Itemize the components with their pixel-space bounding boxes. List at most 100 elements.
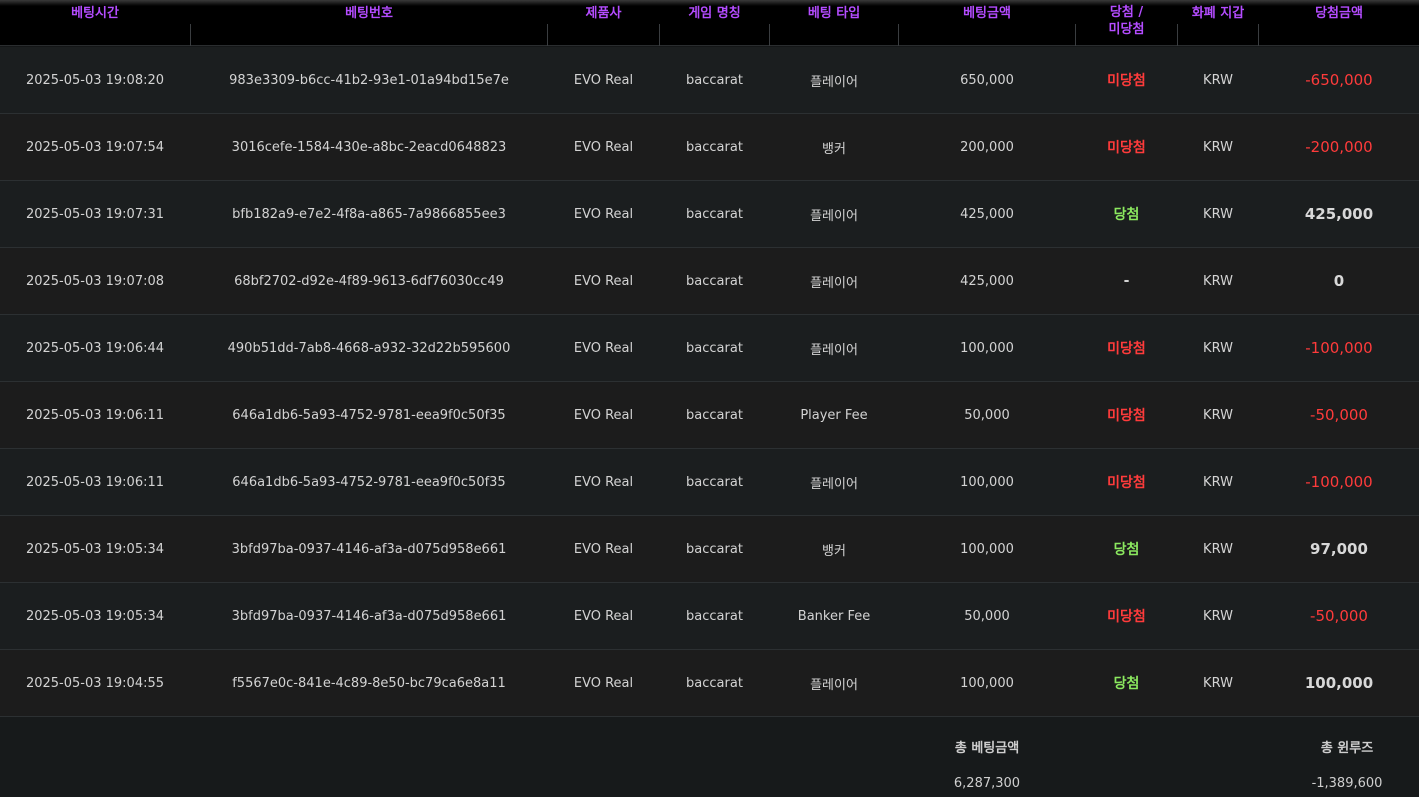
cell-provider: EVO Real <box>573 675 634 691</box>
cell-time: 2025-05-03 19:05:34 <box>25 608 165 624</box>
table-row[interactable]: 2025-05-03 19:05:34 3bfd97ba-0937-4146-af… <box>0 516 1419 583</box>
table-footer: 총 베팅금액 6,287,300 총 윈루즈 -1,389,600 <box>0 717 1419 797</box>
cell-currency: KRW <box>1203 206 1233 222</box>
cell-win-amount: -650,000 <box>1305 71 1373 89</box>
cell-currency: KRW <box>1203 608 1233 624</box>
table-row[interactable]: 2025-05-03 19:07:08 68bf2702-d92e-4f89-96… <box>0 248 1419 315</box>
cell-bet-type: 뱅커 <box>822 543 846 559</box>
cell-bet-type: 플레이어 <box>810 74 858 90</box>
cell-currency: KRW <box>1203 139 1233 155</box>
cell-bet-type: 플레이어 <box>810 208 858 224</box>
cell-time: 2025-05-03 19:06:11 <box>25 407 165 423</box>
cell-result: 미당첨 <box>1107 73 1146 89</box>
table-row[interactable]: 2025-05-03 19:06:11 646a1db6-5a93-4752-97… <box>0 382 1419 449</box>
header-provider[interactable]: 제품사 <box>548 0 659 46</box>
cell-provider: EVO Real <box>573 407 634 423</box>
cell-bet-id: 3bfd97ba-0937-4146-af3a-d075d958e661 <box>231 608 507 624</box>
table-row[interactable]: 2025-05-03 19:06:11 646a1db6-5a93-4752-97… <box>0 449 1419 516</box>
cell-game: baccarat <box>686 273 743 289</box>
cell-time: 2025-05-03 19:06:44 <box>25 340 165 356</box>
cell-result: 미당첨 <box>1107 341 1146 357</box>
header-time[interactable]: 베팅시간 <box>0 0 190 46</box>
cell-bet-id: 3bfd97ba-0937-4146-af3a-d075d958e661 <box>231 541 507 557</box>
header-bet-id[interactable]: 베팅번호 <box>191 0 547 46</box>
cell-bet-type: Banker Fee <box>797 608 871 624</box>
cell-game: baccarat <box>686 407 743 423</box>
header-divider <box>769 24 770 46</box>
cell-time: 2025-05-03 19:07:54 <box>25 139 165 155</box>
table-header: 베팅시간 베팅번호 제품사 게임 명칭 베팅 타입 베팅금액 당첨 / 미당첨 … <box>0 0 1419 46</box>
cell-bet-amount: 200,000 <box>960 139 1014 155</box>
cell-result: - <box>1123 273 1130 289</box>
cell-bet-id: bfb182a9-e7e2-4f8a-a865-7a9866855ee3 <box>232 206 506 222</box>
cell-provider: EVO Real <box>573 340 634 356</box>
header-bet-type[interactable]: 베팅 타입 <box>770 0 898 46</box>
cell-bet-amount: 650,000 <box>960 72 1014 88</box>
cell-result: 미당첨 <box>1107 408 1146 424</box>
table-row[interactable]: 2025-05-03 19:05:34 3bfd97ba-0937-4146-af… <box>0 583 1419 650</box>
cell-bet-id: 646a1db6-5a93-4752-9781-eea9f0c50f35 <box>232 474 506 490</box>
cell-bet-amount: 100,000 <box>960 340 1014 356</box>
cell-currency: KRW <box>1203 273 1233 289</box>
cell-game: baccarat <box>686 206 743 222</box>
cell-win-amount: -100,000 <box>1305 473 1373 491</box>
cell-win-amount: 0 <box>1333 272 1345 290</box>
header-result-line2: 미당첨 <box>1108 22 1145 37</box>
cell-currency: KRW <box>1203 407 1233 423</box>
cell-win-amount: -50,000 <box>1310 607 1368 625</box>
cell-bet-type: 플레이어 <box>810 677 858 693</box>
cell-bet-type: 뱅커 <box>822 141 846 157</box>
total-winloss-value: -1,389,600 <box>1311 776 1383 791</box>
cell-bet-id: f5567e0c-841e-4c89-8e50-bc79ca6e8a11 <box>232 675 506 691</box>
cell-game: baccarat <box>686 139 743 155</box>
table-row[interactable]: 2025-05-03 19:07:31 bfb182a9-e7e2-4f8a-a8… <box>0 181 1419 248</box>
cell-win-amount: -100,000 <box>1305 339 1373 357</box>
header-win-amount[interactable]: 당첨금액 <box>1259 0 1419 46</box>
cell-bet-type: 플레이어 <box>810 342 858 358</box>
cell-currency: KRW <box>1203 340 1233 356</box>
cell-result: 당첨 <box>1113 676 1140 692</box>
cell-currency: KRW <box>1203 474 1233 490</box>
cell-time: 2025-05-03 19:07:08 <box>25 273 165 289</box>
cell-win-amount: 97,000 <box>1310 540 1368 558</box>
cell-bet-amount: 100,000 <box>960 675 1014 691</box>
cell-bet-id: 490b51dd-7ab8-4668-a932-32d22b595600 <box>227 340 511 356</box>
cell-provider: EVO Real <box>573 72 634 88</box>
cell-game: baccarat <box>686 675 743 691</box>
cell-currency: KRW <box>1203 72 1233 88</box>
table-row[interactable]: 2025-05-03 19:07:54 3016cefe-1584-430e-a8… <box>0 114 1419 181</box>
cell-bet-amount: 50,000 <box>964 608 1010 624</box>
header-divider <box>898 24 899 46</box>
cell-result: 미당첨 <box>1107 140 1146 156</box>
cell-game: baccarat <box>686 474 743 490</box>
table-row[interactable]: 2025-05-03 19:04:55 f5567e0c-841e-4c89-8e… <box>0 650 1419 717</box>
cell-win-amount: -200,000 <box>1305 138 1373 156</box>
cell-result: 당첨 <box>1113 542 1140 558</box>
table-row[interactable]: 2025-05-03 19:08:20 983e3309-b6cc-41b2-93… <box>0 47 1419 114</box>
header-result[interactable]: 당첨 / 미당첨 <box>1076 0 1177 44</box>
bet-history-page: 베팅시간 베팅번호 제품사 게임 명칭 베팅 타입 베팅금액 당첨 / 미당첨 … <box>0 0 1419 797</box>
cell-win-amount: 425,000 <box>1304 205 1374 223</box>
header-divider <box>547 24 548 46</box>
header-divider <box>1177 24 1178 46</box>
cell-bet-amount: 100,000 <box>960 474 1014 490</box>
cell-bet-id: 983e3309-b6cc-41b2-93e1-01a94bd15e7e <box>229 72 509 88</box>
header-game[interactable]: 게임 명칭 <box>660 0 769 46</box>
cell-bet-id: 68bf2702-d92e-4f89-9613-6df76030cc49 <box>234 273 504 289</box>
header-divider <box>1075 24 1076 46</box>
table-row[interactable]: 2025-05-03 19:06:44 490b51dd-7ab8-4668-a9… <box>0 315 1419 382</box>
cell-provider: EVO Real <box>573 139 634 155</box>
header-divider <box>1258 24 1259 46</box>
total-bet-value: 6,287,300 <box>953 776 1021 791</box>
cell-game: baccarat <box>686 541 743 557</box>
cell-currency: KRW <box>1203 675 1233 691</box>
header-divider <box>659 24 660 46</box>
cell-provider: EVO Real <box>573 541 634 557</box>
header-bet-amount[interactable]: 베팅금액 <box>899 0 1075 46</box>
cell-game: baccarat <box>686 608 743 624</box>
header-currency[interactable]: 화폐 지갑 <box>1178 0 1258 46</box>
cell-provider: EVO Real <box>573 206 634 222</box>
cell-bet-id: 646a1db6-5a93-4752-9781-eea9f0c50f35 <box>232 407 506 423</box>
cell-provider: EVO Real <box>573 273 634 289</box>
cell-bet-amount: 50,000 <box>964 407 1010 423</box>
